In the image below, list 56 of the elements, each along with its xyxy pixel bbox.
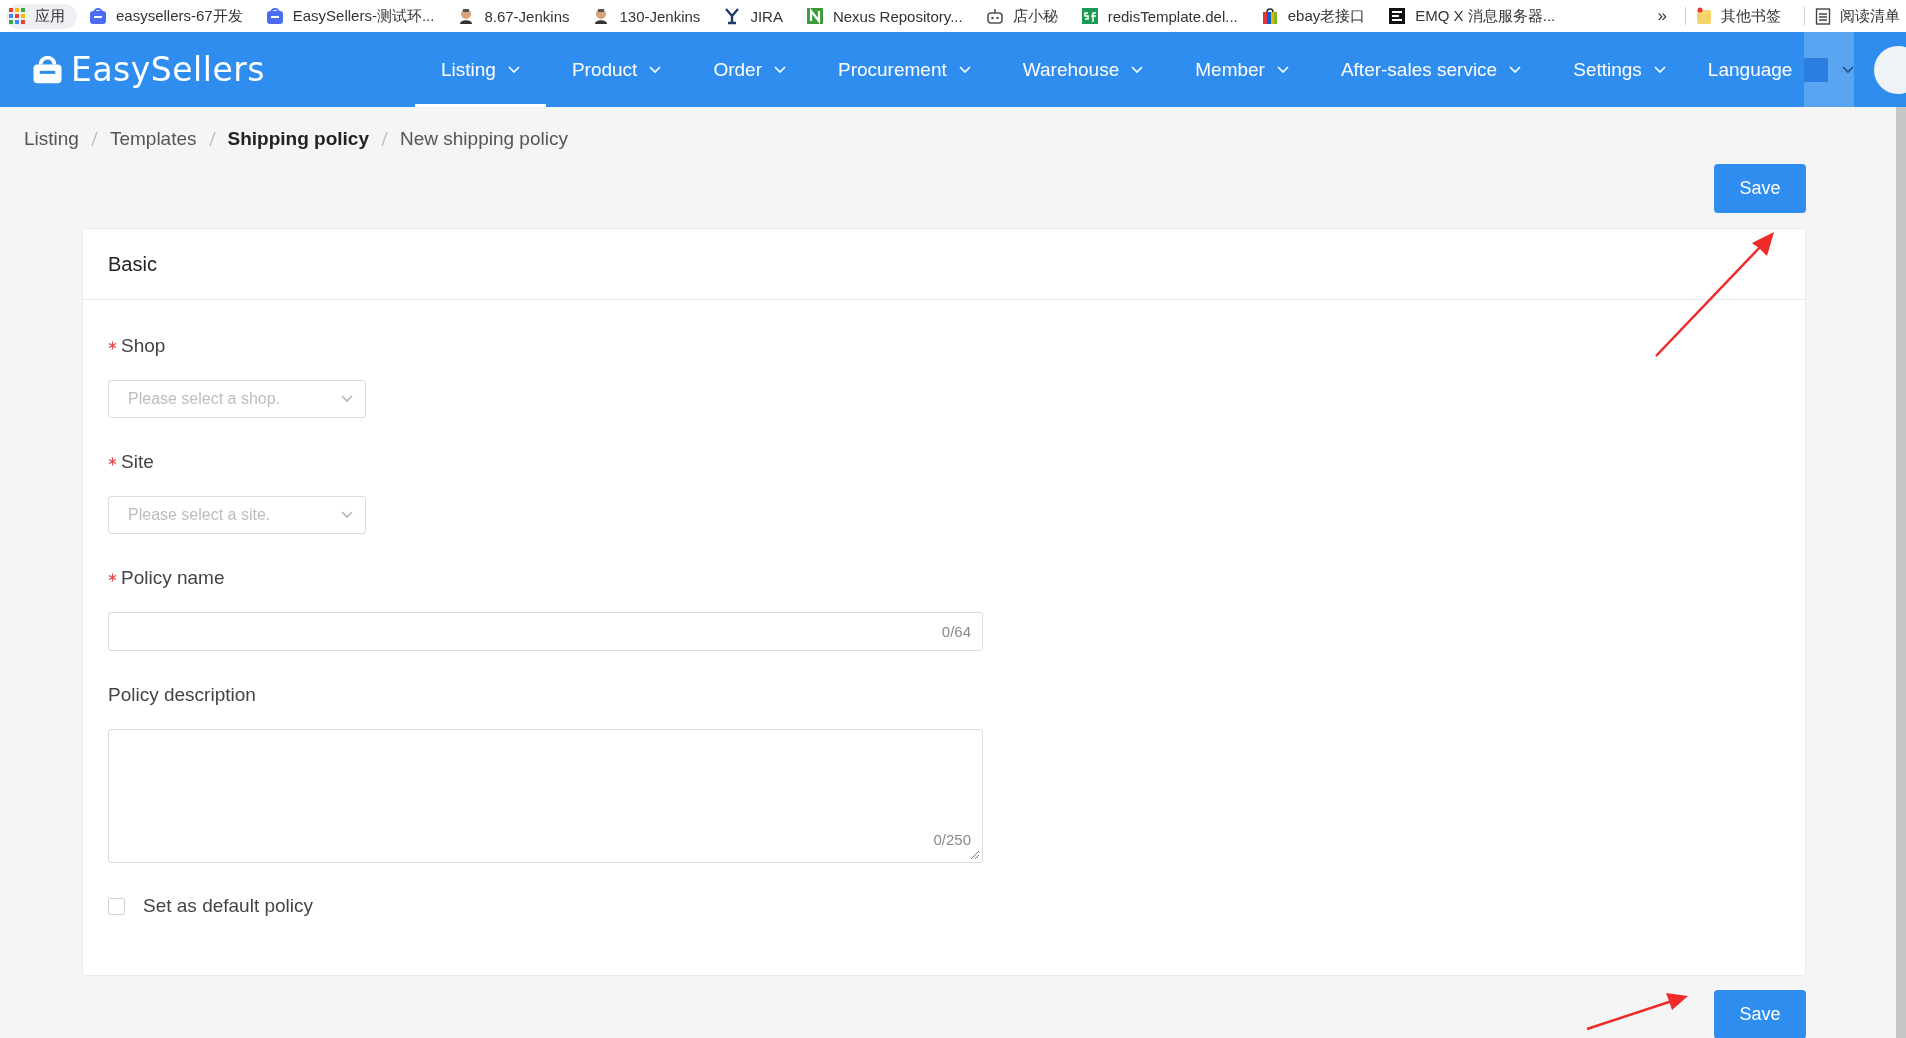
brand-name: EasySellers <box>71 50 265 89</box>
sf-icon <box>1080 7 1099 25</box>
bookmark[interactable]: 8.67-Jenkins <box>457 7 570 25</box>
bookmark[interactable]: 店小秘 <box>985 6 1058 26</box>
caret-icon <box>774 65 786 74</box>
bookmark[interactable]: EasySellers-测试环... <box>265 6 435 26</box>
breadcrumb-link[interactable]: Shipping policy <box>227 128 369 150</box>
bookmark[interactable]: easysellers-67开发 <box>89 6 243 26</box>
logo-icon <box>265 7 284 25</box>
caret-icon <box>341 395 353 403</box>
caret-icon <box>507 65 520 74</box>
caret-icon <box>1276 65 1289 74</box>
slash-separator-icon <box>90 131 98 147</box>
reading-list[interactable]: 阅读清单 <box>1815 6 1900 26</box>
shopping-bag-icon <box>1260 7 1279 25</box>
field-label: Policy description <box>108 684 256 705</box>
list-icon <box>1815 7 1831 25</box>
caret-icon <box>341 511 353 519</box>
logo-icon <box>89 7 107 25</box>
folder-icon <box>1696 7 1712 25</box>
color-swatch-icon <box>1804 57 1829 82</box>
bookmark-folder[interactable]: 其他书签 <box>1696 6 1781 26</box>
slash-separator-icon <box>208 131 216 147</box>
lines-icon <box>1388 7 1407 25</box>
caret-icon <box>1653 65 1666 74</box>
field-label: Site <box>121 451 154 472</box>
apps-shortcut[interactable]: 应用 <box>6 3 77 29</box>
bookmark[interactable]: 130-Jenkins <box>592 7 701 25</box>
theme-color-picker[interactable] <box>1804 32 1855 107</box>
letter-n-icon <box>805 7 824 25</box>
resize-grip-icon[interactable] <box>970 850 980 860</box>
bookmark[interactable]: JIRA <box>723 7 783 25</box>
caret-icon <box>1842 65 1855 74</box>
scrollbar[interactable] <box>1896 107 1906 1038</box>
more-bookmarks-button[interactable]: » <box>1657 6 1667 26</box>
text-input-field[interactable]: 0/64 <box>108 612 983 651</box>
breadcrumb-link[interactable]: Templates <box>109 128 197 150</box>
breadcrumb-link[interactable]: Listing <box>24 128 79 150</box>
caret-icon <box>958 65 971 74</box>
bookmark[interactable]: EMQ X 消息服务器... <box>1388 6 1556 26</box>
slash-separator-icon <box>381 131 388 147</box>
default-policy-checkbox[interactable]: Set as default policy <box>108 895 314 917</box>
robot-icon <box>985 7 1004 25</box>
field-label: Policy name <box>121 567 225 588</box>
caret-icon <box>649 65 662 74</box>
bookmark[interactable]: Nexus Repository... <box>805 7 963 25</box>
card-title: Basic <box>108 252 157 276</box>
grid-icon <box>8 6 27 26</box>
breadcrumb-link[interactable]: New shipping policy <box>400 128 568 150</box>
checkbox[interactable] <box>108 897 125 915</box>
field-label: Shop <box>121 335 166 356</box>
bookmark[interactable]: redisTemplate.del... <box>1080 7 1238 25</box>
bookmark[interactable]: ebay老接口 <box>1260 6 1366 26</box>
caret-icon <box>1509 65 1522 74</box>
caret-icon <box>1131 65 1144 74</box>
textarea-field[interactable]: 0/250 <box>108 729 983 863</box>
